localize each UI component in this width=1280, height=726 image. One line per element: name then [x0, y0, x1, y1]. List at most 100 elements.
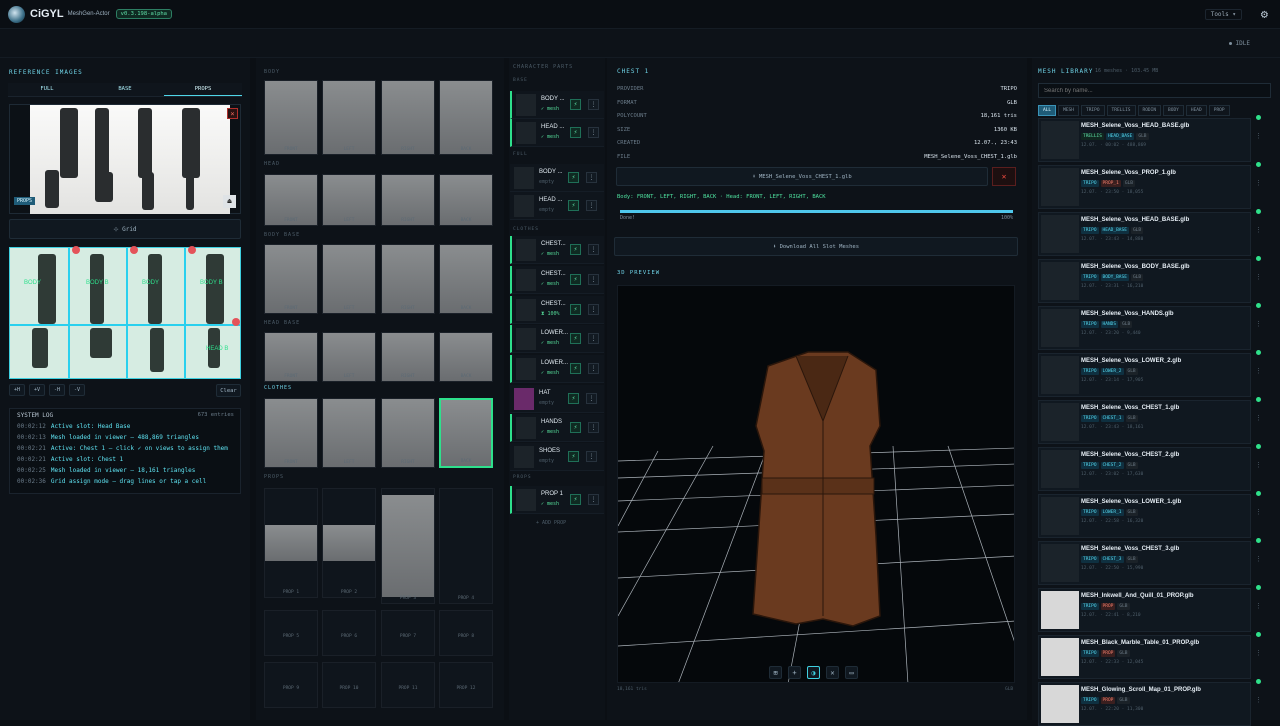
- item-actions-icon[interactable]: ⋮: [1255, 602, 1262, 610]
- empty-prop-slot[interactable]: PROP 5: [264, 610, 318, 656]
- tab-full[interactable]: FULL: [8, 83, 86, 96]
- remove-line-icon[interactable]: [130, 246, 138, 254]
- item-actions-icon[interactable]: ⋮: [1255, 367, 1262, 375]
- generate-icon[interactable]: ⚡: [570, 304, 581, 315]
- item-actions-icon[interactable]: ⋮: [1255, 226, 1262, 234]
- view-thumbnail[interactable]: RIGHT: [381, 174, 435, 226]
- part-slot[interactable]: HEAD ...✓ mesh⚡⋮: [510, 119, 604, 147]
- add-prop-button[interactable]: + ADD PROP: [536, 520, 566, 526]
- more-icon[interactable]: ⋮: [588, 244, 599, 255]
- remove-line-icon[interactable]: [72, 246, 80, 254]
- filter-chip[interactable]: PROP: [1209, 105, 1230, 116]
- grid-assign-image[interactable]: BODYBODY BBODYBODY BHEAD B: [9, 247, 241, 379]
- view-thumbnail[interactable]: FRONT: [264, 174, 318, 226]
- clear-button[interactable]: Clear: [216, 384, 241, 397]
- prop-slot[interactable]: PROP 4: [439, 488, 493, 604]
- item-actions-icon[interactable]: ⋮: [1255, 696, 1262, 704]
- item-actions-icon[interactable]: ⋮: [1255, 414, 1262, 422]
- axes-icon[interactable]: +: [788, 666, 801, 679]
- more-icon[interactable]: ⋮: [586, 393, 597, 404]
- remove-vertical-button[interactable]: -V: [69, 384, 85, 396]
- prop-slot[interactable]: PROP 3: [381, 488, 435, 604]
- generate-icon[interactable]: ⚡: [570, 274, 581, 285]
- more-icon[interactable]: ⋮: [586, 172, 597, 183]
- generate-icon[interactable]: ⚡: [568, 451, 579, 462]
- library-item[interactable]: MESH_Selene_Voss_HEAD_BASE.glbTRELLISHEA…: [1038, 118, 1251, 162]
- library-item[interactable]: MESH_Selene_Voss_LOWER_2.glbTRIPOLOWER_2…: [1038, 353, 1251, 397]
- generate-icon[interactable]: ⚡: [570, 494, 581, 505]
- more-icon[interactable]: ⋮: [588, 422, 599, 433]
- view-thumbnail[interactable]: LEFT: [322, 244, 376, 314]
- empty-prop-slot[interactable]: PROP 8: [439, 610, 493, 656]
- library-item[interactable]: MESH_Selene_Voss_LOWER_1.glbTRIPOLOWER_1…: [1038, 494, 1251, 538]
- tab-props[interactable]: PROPS: [164, 83, 242, 96]
- item-actions-icon[interactable]: ⋮: [1255, 320, 1262, 328]
- generate-icon[interactable]: ⚡: [568, 393, 579, 404]
- screenshot-icon[interactable]: ▭: [845, 666, 858, 679]
- download-all-button[interactable]: ⬇ Download All Slot Meshes: [614, 237, 1018, 256]
- add-vertical-button[interactable]: +V: [29, 384, 45, 396]
- generate-icon[interactable]: ⚡: [568, 172, 579, 183]
- part-slot[interactable]: SHOESempty⚡⋮: [510, 443, 604, 471]
- generate-icon[interactable]: ⚡: [570, 244, 581, 255]
- remove-horizontal-button[interactable]: -H: [49, 384, 65, 396]
- view-thumbnail[interactable]: RIGHT: [381, 398, 435, 468]
- view-thumbnail[interactable]: BACK: [439, 398, 493, 468]
- filter-chip[interactable]: BODY: [1163, 105, 1184, 116]
- empty-prop-slot[interactable]: PROP 9: [264, 662, 318, 708]
- view-thumbnail[interactable]: BACK: [439, 174, 493, 226]
- view-thumbnail[interactable]: FRONT: [264, 332, 318, 382]
- view-thumbnail[interactable]: BACK: [439, 332, 493, 382]
- view-thumbnail[interactable]: LEFT: [322, 80, 376, 155]
- item-actions-icon[interactable]: ⋮: [1255, 461, 1262, 469]
- filter-chip[interactable]: RODIN: [1138, 105, 1162, 116]
- prop-slot[interactable]: PROP 2: [322, 488, 376, 598]
- part-slot[interactable]: LOWER...✓ mesh⚡⋮: [510, 355, 604, 383]
- remove-line-icon[interactable]: [188, 246, 196, 254]
- empty-prop-slot[interactable]: PROP 6: [322, 610, 376, 656]
- generate-icon[interactable]: ⚡: [570, 422, 581, 433]
- gear-icon[interactable]: ⚙: [1261, 7, 1268, 21]
- part-slot[interactable]: BODY ...✓ mesh⚡⋮: [510, 91, 604, 119]
- view-thumbnail[interactable]: RIGHT: [381, 332, 435, 382]
- item-actions-icon[interactable]: ⋮: [1255, 508, 1262, 516]
- prop-slot[interactable]: PROP 1: [264, 488, 318, 598]
- part-slot[interactable]: CHEST...⧗ 100%⚡⋮: [510, 296, 604, 324]
- grid-line-vertical[interactable]: [126, 248, 128, 378]
- grid-line-horizontal[interactable]: [10, 324, 240, 326]
- filter-chip[interactable]: ALL: [1038, 105, 1056, 116]
- generate-icon[interactable]: ⚡: [570, 363, 581, 374]
- library-item[interactable]: MESH_Selene_Voss_PROP_1.glbTRIPOPROP_1GL…: [1038, 165, 1251, 209]
- close-icon[interactable]: ×: [227, 108, 238, 119]
- more-icon[interactable]: ⋮: [588, 274, 599, 285]
- filter-chip[interactable]: TRELLIS: [1107, 105, 1136, 116]
- library-item[interactable]: MESH_Selene_Voss_BODY_BASE.glbTRIPOBODY_…: [1038, 259, 1251, 303]
- library-search-input[interactable]: [1038, 83, 1271, 98]
- part-slot[interactable]: PROP 1✓ mesh⚡⋮: [510, 486, 604, 514]
- tools-menu[interactable]: Tools ▾: [1205, 9, 1242, 20]
- more-icon[interactable]: ⋮: [588, 99, 599, 110]
- more-icon[interactable]: ⋮: [586, 451, 597, 462]
- view-thumbnail[interactable]: LEFT: [322, 174, 376, 226]
- part-slot[interactable]: HATempty⚡⋮: [510, 385, 604, 413]
- item-actions-icon[interactable]: ⋮: [1255, 273, 1262, 281]
- more-icon[interactable]: ⋮: [586, 200, 597, 211]
- upload-icon[interactable]: ⏏: [223, 195, 236, 208]
- reset-view-icon[interactable]: ✕: [826, 666, 839, 679]
- item-actions-icon[interactable]: ⋮: [1255, 555, 1262, 563]
- more-icon[interactable]: ⋮: [588, 333, 599, 344]
- grid-line-vertical[interactable]: [184, 248, 186, 378]
- more-icon[interactable]: ⋮: [588, 304, 599, 315]
- part-slot[interactable]: CHEST...✓ mesh⚡⋮: [510, 236, 604, 264]
- grid-button[interactable]: ⊹ Grid: [9, 219, 241, 239]
- library-item[interactable]: MESH_Black_Marble_Table_01_PROP.glbTRIPO…: [1038, 635, 1251, 679]
- view-thumbnail[interactable]: BACK: [439, 244, 493, 314]
- grid-line-vertical[interactable]: [68, 248, 70, 378]
- generate-icon[interactable]: ⚡: [568, 200, 579, 211]
- view-thumbnail[interactable]: RIGHT: [381, 244, 435, 314]
- empty-prop-slot[interactable]: PROP 12: [439, 662, 493, 708]
- library-item[interactable]: MESH_Selene_Voss_CHEST_2.glbTRIPOCHEST_2…: [1038, 447, 1251, 491]
- view-thumbnail[interactable]: FRONT: [264, 398, 318, 468]
- view-thumbnail[interactable]: FRONT: [264, 80, 318, 155]
- empty-prop-slot[interactable]: PROP 11: [381, 662, 435, 708]
